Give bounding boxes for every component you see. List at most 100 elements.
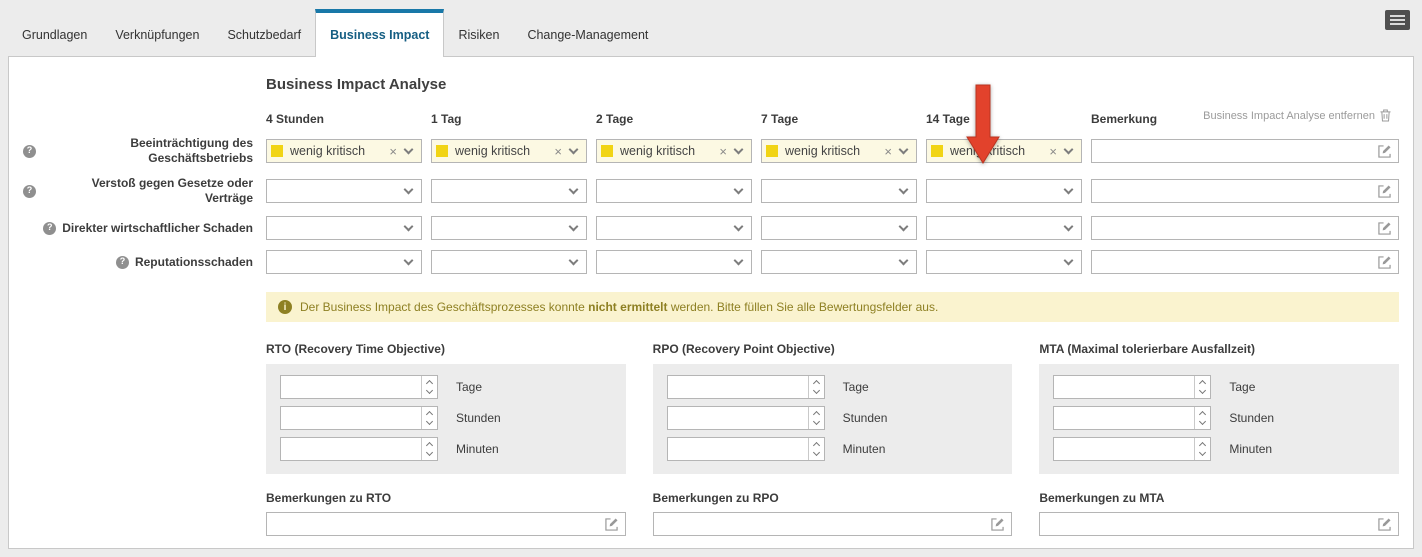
help-icon[interactable]: ? [23,185,36,198]
chevron-down-icon[interactable] [734,184,744,194]
remark-input[interactable] [1091,250,1399,274]
rating-dropdown[interactable] [926,216,1082,240]
chevron-down-icon[interactable] [899,255,909,265]
remark-input[interactable] [1091,216,1399,240]
rating-dropdown[interactable]: wenig kritisch × [431,139,587,163]
chevron-down-icon[interactable] [1064,184,1074,194]
tab-grundlagen[interactable]: Grundlagen [8,9,101,56]
clear-icon[interactable]: × [549,144,567,159]
menu-button[interactable] [1385,10,1410,30]
edit-icon[interactable] [1378,185,1391,198]
spinner-arrows-icon[interactable] [1194,376,1210,398]
spinner-label: Stunden [843,411,888,425]
chevron-down-icon[interactable] [899,144,909,154]
help-icon[interactable]: ? [43,222,56,235]
edit-icon[interactable] [1378,222,1391,235]
row-label-text: Direkter wirtschaftlicher Schaden [62,221,253,236]
chevron-down-icon[interactable] [899,184,909,194]
rating-dropdown[interactable]: wenig kritisch × [926,139,1082,163]
mta-remarks-input[interactable] [1039,512,1399,536]
chevron-down-icon[interactable] [404,184,414,194]
spinner-label: Stunden [1229,411,1274,425]
minuten-spinner[interactable] [1053,437,1211,461]
chevron-down-icon[interactable] [569,255,579,265]
edit-icon[interactable] [1378,145,1391,158]
remark-input[interactable] [1091,139,1399,163]
spinner-row: Minuten [280,437,612,461]
rating-dropdown[interactable] [926,250,1082,274]
rating-dropdown[interactable] [431,250,587,274]
rating-dropdown[interactable]: wenig kritisch × [596,139,752,163]
rto-remarks-label: Bemerkungen zu RTO [266,491,626,505]
selected-value: wenig kritisch [290,144,365,158]
tab-schutzbedarf[interactable]: Schutzbedarf [213,9,315,56]
tage-spinner[interactable] [1053,375,1211,399]
remove-bia-link[interactable]: Business Impact Analyse entfernen [1203,109,1391,122]
chevron-down-icon[interactable] [404,144,414,154]
rating-dropdown[interactable] [266,216,422,240]
chevron-down-icon[interactable] [1064,144,1074,154]
tab-business-impact[interactable]: Business Impact [315,9,444,57]
stunden-spinner[interactable] [280,406,438,430]
clear-icon[interactable]: × [384,144,402,159]
clear-icon[interactable]: × [879,144,897,159]
tab-risiken[interactable]: Risiken [444,9,513,56]
clear-icon[interactable]: × [1044,144,1062,159]
chevron-down-icon[interactable] [899,221,909,231]
tage-spinner[interactable] [280,375,438,399]
rating-dropdown[interactable] [761,250,917,274]
tab-change-management[interactable]: Change-Management [513,9,662,56]
rating-dropdown[interactable] [761,179,917,203]
rating-dropdown[interactable] [266,179,422,203]
edit-icon[interactable] [605,518,618,531]
column-header-4-stunden: 4 Stunden [266,112,422,126]
chevron-down-icon[interactable] [404,255,414,265]
spinner-label: Tage [1229,380,1255,394]
chevron-down-icon[interactable] [734,255,744,265]
column-header-1-tag: 1 Tag [431,112,587,126]
chevron-down-icon[interactable] [734,144,744,154]
row-label-text: Verstoß gegen Gesetze oder Verträge [42,176,253,206]
chevron-down-icon[interactable] [1064,221,1074,231]
spinner-arrows-icon[interactable] [1194,407,1210,429]
remark-input[interactable] [1091,179,1399,203]
spinner-arrows-icon[interactable] [421,438,437,460]
spinner-arrows-icon[interactable] [421,376,437,398]
chevron-down-icon[interactable] [569,184,579,194]
edit-icon[interactable] [1378,518,1391,531]
rating-dropdown[interactable] [431,216,587,240]
stunden-spinner[interactable] [1053,406,1211,430]
spinner-arrows-icon[interactable] [808,376,824,398]
stunden-spinner[interactable] [667,406,825,430]
help-icon[interactable]: ? [116,256,129,269]
rating-dropdown[interactable] [266,250,422,274]
tab-verknuepfungen[interactable]: Verknüpfungen [101,9,213,56]
chevron-down-icon[interactable] [734,221,744,231]
rating-dropdown[interactable] [431,179,587,203]
chevron-down-icon[interactable] [404,221,414,231]
rto-section: RTO (Recovery Time Objective) Tage Stund… [266,342,626,474]
spinner-arrows-icon[interactable] [808,407,824,429]
rating-dropdown[interactable] [761,216,917,240]
help-icon[interactable]: ? [23,145,36,158]
minuten-spinner[interactable] [667,437,825,461]
clear-icon[interactable]: × [714,144,732,159]
rpo-remarks-input[interactable] [653,512,1013,536]
rating-dropdown[interactable] [596,179,752,203]
edit-icon[interactable] [1378,256,1391,269]
spinner-arrows-icon[interactable] [808,438,824,460]
chevron-down-icon[interactable] [569,221,579,231]
rating-dropdown[interactable]: wenig kritisch × [761,139,917,163]
rating-dropdown[interactable] [596,250,752,274]
edit-icon[interactable] [991,518,1004,531]
chevron-down-icon[interactable] [1064,255,1074,265]
rating-dropdown[interactable]: wenig kritisch × [266,139,422,163]
chevron-down-icon[interactable] [569,144,579,154]
minuten-spinner[interactable] [280,437,438,461]
rto-remarks-input[interactable] [266,512,626,536]
tage-spinner[interactable] [667,375,825,399]
spinner-arrows-icon[interactable] [1194,438,1210,460]
rating-dropdown[interactable] [596,216,752,240]
rating-dropdown[interactable] [926,179,1082,203]
spinner-arrows-icon[interactable] [421,407,437,429]
